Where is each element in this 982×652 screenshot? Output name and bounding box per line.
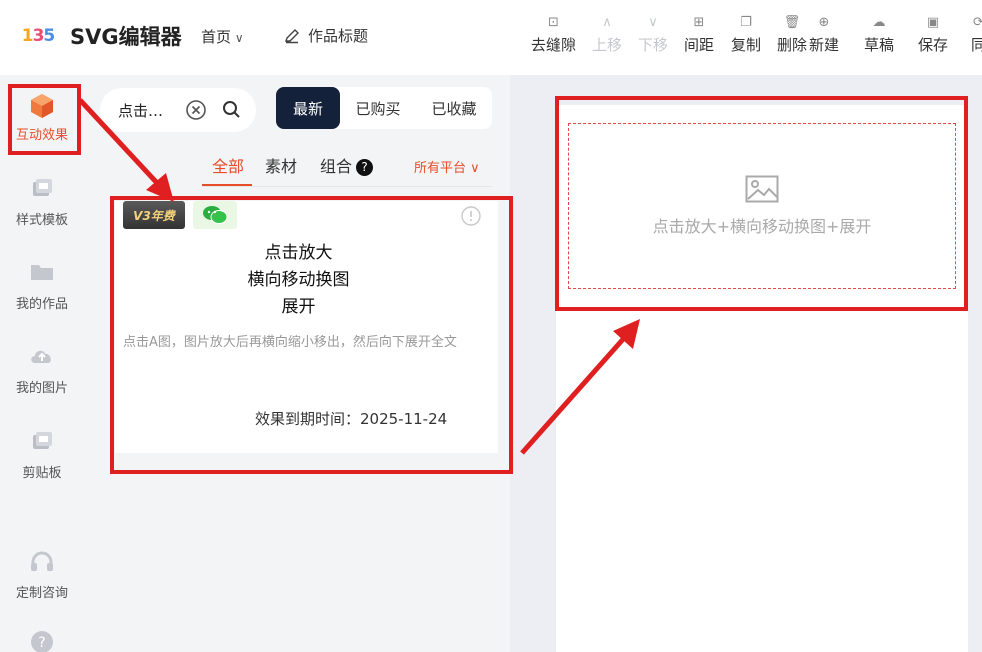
sort-tabs: 最新 已购买 已收藏: [276, 87, 492, 129]
active-tab-underline: [202, 184, 252, 186]
rail-item-label: 我的图片: [15, 381, 68, 396]
wechat-icon: [193, 201, 237, 229]
tool-label: 同: [971, 36, 982, 54]
chevron-down-icon: ∨: [648, 15, 658, 30]
tool-label: 删除: [777, 36, 808, 54]
clear-icon[interactable]: [185, 99, 207, 121]
info-icon[interactable]: [460, 205, 482, 227]
sync-icon: ⟳: [973, 15, 982, 30]
card-title-line: 点击放大: [264, 243, 333, 263]
rail-item-label: 互动效果: [15, 128, 68, 143]
artboard[interactable]: 点击放大+横向移动换图+展开: [556, 105, 968, 652]
tool-copy[interactable]: ❐ 复制: [731, 12, 761, 55]
doc-title-field[interactable]: 作品标题: [284, 25, 368, 46]
rail-item-label: 我的作品: [15, 297, 68, 312]
save-icon: ▣: [926, 15, 940, 30]
rail-item-custom-consult[interactable]: 定制咨询: [0, 550, 84, 601]
card-description: 点击A图，图片放大后再横向缩小移出，然后向下展开全文: [123, 335, 457, 350]
copy-icon: ❐: [740, 15, 752, 30]
tab-latest[interactable]: 最新: [276, 87, 340, 129]
tool-label: 新建: [809, 36, 840, 54]
chevron-down-icon: ∨: [466, 161, 480, 176]
chevron-up-icon: ∧: [602, 15, 612, 30]
tool-move-up[interactable]: ∧ 上移: [592, 12, 622, 55]
rail-item-style-templates[interactable]: 样式模板: [0, 177, 84, 228]
top-toolbar: 135 SVG编辑器 首页 ∨ 作品标题 ⊡ 去缝隙 ∧ 上移 ∨ 下移 ⊞ 间…: [0, 0, 982, 75]
image-icon: [745, 175, 779, 203]
rail-help-button[interactable]: ?: [0, 630, 84, 652]
rail-item-clipboard[interactable]: 剪贴板: [0, 430, 84, 481]
subtab-combo[interactable]: 组合?: [320, 153, 374, 177]
platform-filter[interactable]: 所有平台 ∨: [414, 157, 480, 176]
canvas-area: 点击放大+横向移动换图+展开: [510, 75, 982, 652]
pencil-icon: [285, 28, 299, 43]
search-icon[interactable]: [221, 99, 243, 121]
search-box[interactable]: 点击…: [100, 88, 256, 132]
vip-badge: V3年费: [123, 201, 185, 229]
tool-label: 草稿: [864, 36, 895, 54]
editor-page: 135 SVG编辑器 首页 ∨ 作品标题 ⊡ 去缝隙 ∧ 上移 ∨ 下移 ⊞ 间…: [0, 0, 982, 652]
subtab-combo-label: 组合: [320, 157, 353, 176]
gap-icon: ⊡: [548, 15, 559, 30]
search-input[interactable]: 点击…: [118, 100, 163, 121]
card-title-line: 展开: [281, 297, 316, 317]
doc-title-text: 作品标题: [308, 27, 369, 45]
trash-icon: 🗑︎: [783, 15, 801, 30]
card-title-line: 横向移动换图: [247, 270, 350, 290]
tool-save[interactable]: ▣ 保存: [918, 12, 948, 55]
new-file-icon: ⊕: [818, 15, 830, 30]
placeholder-text: 点击放大+横向移动换图+展开: [652, 217, 872, 236]
effect-card[interactable]: V3年费 点击放大 横向移动换图 展开 点击A图，图片放大后再横向缩小移出，然后…: [115, 201, 498, 453]
tool-remove-gap[interactable]: ⊡ 去缝隙: [531, 12, 576, 55]
rail-item-label: 定制咨询: [15, 586, 68, 601]
tool-delete[interactable]: 🗑︎ 删除: [777, 12, 807, 55]
help-circle-icon: ?: [31, 631, 53, 652]
subtab-all[interactable]: 全部: [212, 153, 244, 177]
svg-text:?: ?: [38, 635, 45, 651]
tab-purchased[interactable]: 已购买: [340, 87, 416, 129]
left-rail: 互动效果 样式模板 我的作品 我的图片 剪贴板 定制咨询 ?: [0, 75, 84, 652]
tool-label: 上移: [592, 36, 623, 54]
template-icon: [0, 177, 84, 207]
tool-label: 间距: [684, 36, 715, 54]
chevron-down-icon: ∨: [231, 31, 244, 45]
tool-label: 去缝隙: [531, 36, 577, 54]
tab-favorites[interactable]: 已收藏: [416, 87, 492, 129]
tool-label: 下移: [638, 36, 669, 54]
effect-placeholder[interactable]: 点击放大+横向移动换图+展开: [568, 123, 956, 289]
app-title: SVG编辑器: [70, 25, 182, 49]
app-logo: 135: [22, 20, 55, 52]
nav-home-label: 首页: [201, 28, 232, 46]
tool-label: 复制: [731, 36, 762, 54]
tool-spacing[interactable]: ⊞ 间距: [684, 12, 714, 55]
card-title: 点击放大 横向移动换图 展开: [115, 240, 482, 321]
rail-item-interactive-effects[interactable]: 互动效果: [0, 92, 84, 143]
rail-item-my-works[interactable]: 我的作品: [0, 261, 84, 312]
subtab-material[interactable]: 素材: [265, 153, 297, 177]
platform-filter-label: 所有平台: [414, 161, 467, 176]
tool-move-down[interactable]: ∨ 下移: [638, 12, 668, 55]
clipboard-icon: [0, 430, 84, 460]
cloud-icon: ☁: [872, 15, 886, 30]
spacing-icon: ⊞: [693, 15, 705, 30]
folder-icon: [0, 261, 84, 291]
tool-draft[interactable]: ☁ 草稿: [864, 12, 894, 55]
tool-label: 保存: [918, 36, 949, 54]
tool-sync[interactable]: ⟳ 同: [971, 12, 982, 55]
rail-item-label: 剪贴板: [22, 466, 62, 481]
rail-item-label: 样式模板: [15, 213, 68, 228]
rail-item-my-images[interactable]: 我的图片: [0, 345, 84, 396]
help-icon[interactable]: ?: [356, 159, 374, 176]
nav-home-menu[interactable]: 首页 ∨: [201, 26, 244, 47]
headset-icon: [0, 550, 84, 580]
effects-panel: 点击… 最新 已购买 已收藏 全部 素材 组合? 所有平台 ∨ V3年费 点击放…: [84, 75, 510, 652]
cube-icon: [0, 92, 84, 122]
cloud-upload-icon: [0, 345, 84, 375]
tool-new[interactable]: ⊕ 新建: [809, 12, 839, 55]
card-expire-date: 效果到期时间：2025-11-24: [255, 410, 448, 428]
